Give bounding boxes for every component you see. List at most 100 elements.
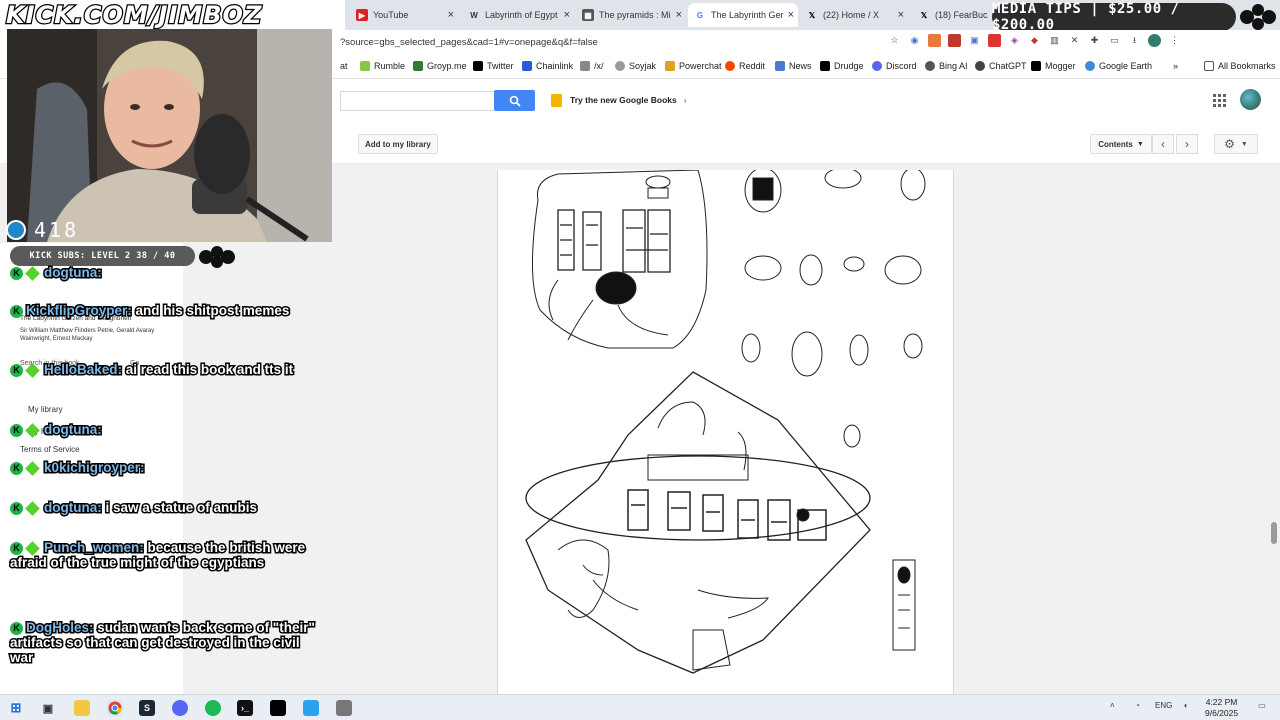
avatar[interactable] (1240, 89, 1261, 110)
language-indicator[interactable]: ENG (1155, 701, 1172, 710)
bookmark-star-icon[interactable]: ☆ (888, 34, 901, 47)
bookmark-item[interactable]: Powerchat (665, 61, 722, 71)
discord-icon[interactable] (172, 700, 188, 716)
chat-message: K Punch_women: because the british were a… (8, 539, 310, 572)
contents-button[interactable]: Contents ▼ (1090, 134, 1152, 154)
chat-message: Kdogtuna: i saw a statue of anubis (10, 499, 259, 517)
app-icon[interactable] (336, 700, 352, 716)
close-tab-icon[interactable]: × (788, 9, 794, 21)
network-icon[interactable]: ◔ (1135, 701, 1140, 710)
mogger-icon (1031, 61, 1041, 71)
webcam-feed (7, 29, 332, 242)
kick-badge-icon: K (10, 461, 23, 475)
spotify-icon[interactable] (205, 700, 221, 716)
bookmark-item[interactable]: /x/ (580, 61, 604, 71)
bookmark-label: ChatGPT (989, 61, 1027, 71)
obs-icon[interactable] (270, 700, 286, 716)
bookmark-item[interactable]: Bing AI (925, 61, 968, 71)
search-button[interactable] (494, 90, 535, 111)
bookmark-item[interactable]: Drudge (820, 61, 864, 71)
chat-username: HelloBaked: (42, 361, 123, 379)
bookmark-label: Twitter (487, 61, 514, 71)
bookmark-item[interactable]: Discord (872, 61, 917, 71)
terminal-icon[interactable]: ›_ (237, 700, 253, 716)
extension-icon[interactable]: ◈ (1008, 34, 1021, 47)
close-tab-icon[interactable]: × (898, 9, 904, 21)
extension-icon[interactable]: ▥ (1048, 34, 1061, 47)
tab-labyrinth-wiki[interactable]: W Labyrinth of Egypt × (462, 3, 574, 27)
extension-icon[interactable] (988, 34, 1001, 47)
chat-username: dogtuna: (43, 499, 104, 517)
try-new-books-link[interactable]: Try the new Google Books › (551, 90, 687, 110)
bookmark-item[interactable]: Mogger (1031, 61, 1076, 71)
extension-icon[interactable]: ▣ (968, 34, 981, 47)
apps-grid-icon[interactable] (1213, 94, 1226, 107)
bookmark-label: Rumble (374, 61, 406, 71)
menu-dots-icon[interactable]: ⋮ (1168, 34, 1181, 47)
search-icon (509, 95, 521, 107)
discord-icon (872, 61, 882, 71)
kick-badge-icon: K (10, 501, 23, 515)
sidebar-my-library[interactable]: My library (28, 405, 63, 414)
bookmarks-overflow-button[interactable]: » (1173, 61, 1178, 71)
books-search-input[interactable] (340, 91, 494, 111)
tab-x-fearbuc[interactable]: 𝕏 (18) FearBuc (912, 3, 994, 27)
extension-icons: ☆ ◉ ▣ ◈ ◆ ▥ ✕ ✚ ▭ ⭳ ⋮ (888, 34, 1181, 47)
tab-pyramids[interactable]: ▦ The pyramids : Mi × (576, 3, 686, 27)
sub-badge-icon (25, 461, 40, 476)
volume-icon[interactable]: ◖ (1183, 701, 1188, 710)
extension-icon[interactable] (928, 34, 941, 47)
tab-label: (18) FearBuc (935, 10, 988, 20)
bookmark-item[interactable]: at (340, 61, 348, 71)
windows-start-icon[interactable]: ⊞ (8, 700, 24, 716)
chat-message: K KickflipGroyper: and his shitpost memes (10, 302, 310, 320)
x-icon[interactable]: ✕ (1068, 34, 1081, 47)
sidebar-icon[interactable]: ▭ (1108, 34, 1121, 47)
file-explorer-icon[interactable] (74, 700, 90, 716)
chevron-right-icon: › (683, 95, 687, 105)
next-page-button[interactable]: › (1176, 134, 1198, 154)
extension-icon[interactable]: ◉ (908, 34, 921, 47)
tab-labyrinth-books[interactable]: G The Labyrinth Ger × (688, 3, 798, 27)
download-icon[interactable]: ⭳ (1128, 34, 1141, 47)
bookmark-item[interactable]: Groyp.me (413, 61, 467, 71)
book-page (497, 170, 954, 700)
tab-youtube[interactable]: ▶ YouTube × (350, 3, 458, 27)
profile-icon[interactable] (1148, 34, 1161, 47)
all-bookmarks-button[interactable]: All Bookmarks (1204, 61, 1276, 71)
previous-page-button[interactable]: ‹ (1152, 134, 1174, 154)
bookmark-item[interactable]: Reddit (725, 61, 765, 71)
chrome-icon[interactable] (107, 700, 123, 716)
chatgpt-icon (975, 61, 985, 71)
bookmark-item[interactable]: News (775, 61, 812, 71)
extension-icon[interactable] (948, 34, 961, 47)
scrollbar-thumb[interactable] (1271, 522, 1277, 544)
add-to-library-button[interactable]: Add to my library (358, 134, 438, 154)
tab-x-home[interactable]: 𝕏 (22) Home / X × (800, 3, 908, 27)
rumble-icon (360, 61, 370, 71)
tray-overflow-icon[interactable]: ˄ (1110, 701, 1115, 710)
sidebar-terms[interactable]: Terms of Service (20, 445, 80, 454)
close-tab-icon[interactable]: × (564, 9, 570, 21)
bookmark-item[interactable]: Rumble (360, 61, 405, 71)
bookmark-item[interactable]: Chainlink (522, 61, 573, 71)
bookmark-item[interactable]: Soyjak (615, 61, 656, 71)
telegram-icon[interactable] (303, 700, 319, 716)
bookmark-label: at (340, 61, 348, 71)
close-tab-icon[interactable]: × (448, 9, 454, 21)
close-tab-icon[interactable]: × (676, 9, 682, 21)
media-tips-goal: MEDIA TIPS | $25.00 / $200.00 (992, 1, 1236, 33)
task-view-icon[interactable]: ▣ (40, 700, 56, 716)
bookmark-item[interactable]: ChatGPT (975, 61, 1027, 71)
url-field[interactable]: ?source=gbs_selected_pages&cad=1#v=onepa… (340, 37, 598, 48)
notification-icon[interactable]: ▭ (1258, 701, 1266, 710)
puzzle-icon[interactable]: ✚ (1088, 34, 1101, 47)
settings-button[interactable]: ⚙ ▼ (1214, 134, 1258, 154)
bookmark-item[interactable]: Twitter (473, 61, 514, 71)
stream-overlay: The Labyrinth Gerzeh and Mazghuneh Sir W… (0, 0, 345, 694)
chat-message: K DogHoles: sudan wants back some of "the… (9, 619, 320, 667)
extension-icon[interactable]: ◆ (1028, 34, 1041, 47)
system-clock[interactable]: 4:22 PM 9/6/2025 (1205, 697, 1238, 719)
bookmark-item[interactable]: Google Earth (1085, 61, 1152, 71)
steam-icon[interactable]: S (139, 700, 155, 716)
